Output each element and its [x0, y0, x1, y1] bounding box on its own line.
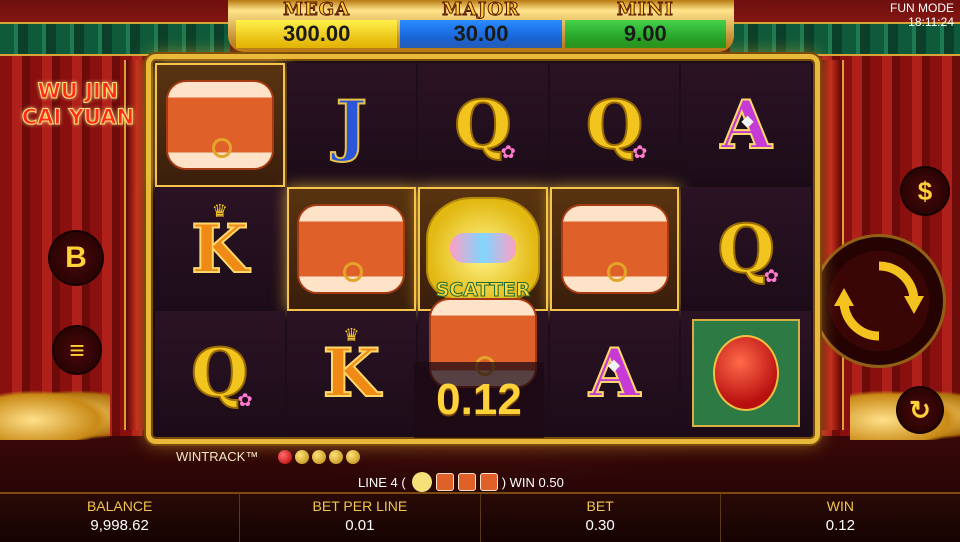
status-corner: FUN MODE 18:11:24 [890, 1, 954, 29]
bet-stat[interactable]: BET 0.30 [481, 494, 721, 542]
game-logo: WU JIN CAI YUAN [8, 78, 148, 130]
autoplay-icon: ↻ [909, 394, 931, 425]
bet-per-line-label: BET PER LINE [312, 498, 408, 514]
reel5-row3 [681, 311, 811, 435]
clock: 18:11:24 [908, 15, 954, 29]
lantern-symbol [692, 319, 801, 427]
mini-drum-icon [435, 473, 454, 491]
reel3-row2: SCATTER [418, 187, 548, 311]
lotus-icon: ✿ [237, 390, 253, 410]
reel1-row1 [155, 63, 285, 187]
spin-arrows-icon [834, 261, 924, 341]
reel4-row2 [549, 187, 680, 311]
menu-button[interactable]: ≡ [52, 325, 102, 375]
wintrack-dot [312, 449, 327, 464]
crown-icon: ♛ [211, 201, 228, 221]
drum-symbol [165, 80, 274, 170]
reel3-row1: Q ✿ [418, 63, 548, 187]
wintrack-dot [346, 449, 361, 464]
bet-settings-button[interactable]: $ [900, 166, 950, 216]
gold-ingots-left [0, 390, 110, 440]
symbol-k: K [322, 334, 381, 412]
reel4-row3: A ◆ [549, 311, 680, 435]
drum-symbol [560, 204, 669, 294]
jackpot-mini: MINI 9.00 [564, 0, 726, 48]
jackpot-major-label: MAJOR [441, 0, 520, 21]
lotus-icon: ✿ [500, 142, 516, 162]
reel2-row3: ♛ K [286, 311, 417, 435]
buy-feature-button[interactable]: B [48, 230, 104, 286]
buy-feature-label: B [65, 241, 87, 274]
jackpot-mega-value: 300.00 [236, 20, 398, 48]
bet-per-line-value: 0.01 [345, 517, 375, 534]
wintrack-dot [295, 449, 310, 464]
reel5-row1: A ◆ [681, 63, 811, 187]
mode-label: FUN MODE [890, 1, 954, 15]
line-win-info: LINE 4 ( ) WIN 0.50 [358, 472, 564, 492]
reel2-row1: J [286, 63, 417, 187]
symbol-k: K [190, 210, 249, 288]
bet-per-line-stat[interactable]: BET PER LINE 0.01 [240, 494, 481, 542]
roof-tiles-left [0, 22, 230, 56]
jackpot-major: MAJOR 30.00 [400, 0, 562, 48]
dollar-icon: $ [917, 175, 933, 206]
wintrack: WINTRACK™ [176, 449, 361, 464]
jackpot-mega-label: MEGA [283, 0, 351, 21]
line-indicator-icon [411, 472, 432, 492]
balance-label: BALANCE [86, 498, 153, 514]
reel1-row2: ♛ K [155, 187, 285, 311]
jackpot-mini-label: MINI [616, 0, 674, 21]
reel2-row2 [286, 187, 417, 311]
wintrack-dot [278, 449, 293, 464]
bet-label: BET [586, 498, 614, 514]
bottom-stats-bar: BALANCE 9,998.62 BET PER LINE 0.01 BET 0… [0, 492, 960, 542]
line-win-suffix: ) WIN 0.50 [501, 474, 564, 490]
diamond-icon: ◆ [741, 113, 754, 130]
symbol-j: J [335, 86, 368, 164]
jackpot-mega: MEGA 300.00 [236, 0, 398, 48]
jackpot-mini-value: 9.00 [564, 20, 726, 48]
mini-drum-icon [479, 473, 498, 491]
lotus-icon: ✿ [632, 142, 648, 162]
balance-stat: BALANCE 9,998.62 [0, 494, 241, 542]
reel1-row3: Q ✿ [155, 311, 285, 435]
wintrack-dots [278, 449, 361, 464]
drum-symbol [297, 204, 406, 294]
jackpot-bar: MEGA 300.00 MAJOR 30.00 MINI 9.00 [228, 0, 734, 52]
line-win-prefix: LINE 4 ( [358, 474, 406, 490]
wintrack-label: WINTRACK™ [176, 449, 259, 464]
wintrack-dot [329, 449, 344, 464]
menu-icon: ≡ [69, 334, 85, 365]
jackpot-major-value: 30.00 [400, 20, 562, 48]
bet-value: 0.30 [585, 517, 615, 534]
reel4-row1: Q ✿ [549, 63, 680, 187]
diamond-icon: ◆ [607, 357, 621, 374]
spin-button[interactable] [812, 234, 946, 368]
game-logo-line2: CAI YUAN [21, 105, 135, 130]
lotus-icon: ✿ [763, 266, 779, 286]
mini-drum-icon [457, 473, 476, 491]
reel5-row2: Q ✿ [681, 187, 811, 311]
game-logo-line1: WU JIN [37, 79, 119, 104]
win-value: 0.12 [825, 517, 855, 534]
autoplay-button[interactable]: ↻ [896, 386, 944, 434]
win-amount-value: 0.12 [436, 375, 522, 424]
crown-icon: ♛ [343, 325, 360, 345]
win-label: WIN [826, 498, 854, 514]
balance-value: 9,998.62 [90, 517, 149, 534]
win-amount-popup: 0.12 [414, 362, 544, 438]
win-stat: WIN 0.12 [721, 494, 960, 542]
